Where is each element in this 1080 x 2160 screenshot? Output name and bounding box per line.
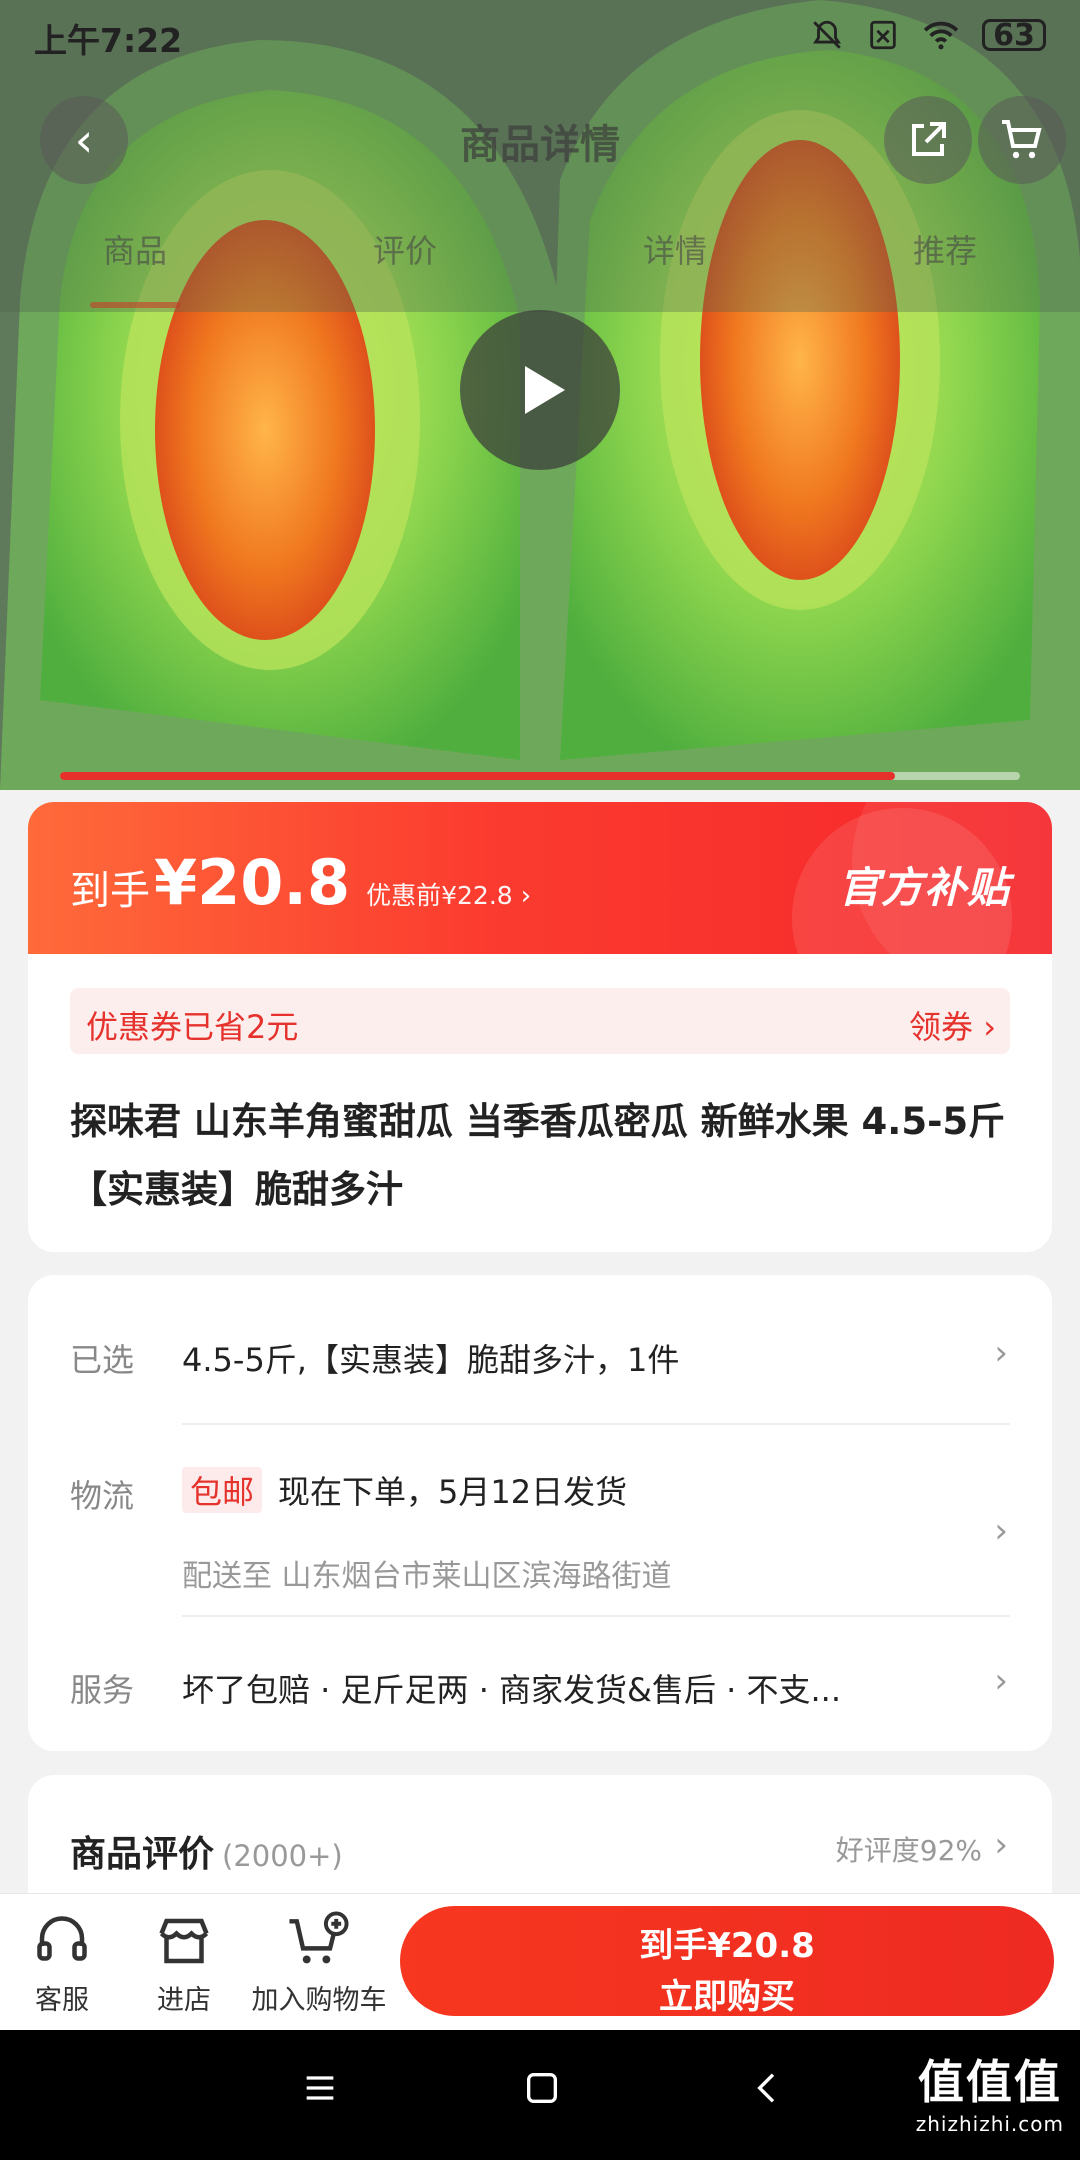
play-button[interactable] [460,310,620,470]
options-card: 已选 4.5-5斤,【实惠装】脆甜多汁，1件 › 物流 包邮 现在下单，5月12日… [28,1275,1052,1751]
positive-rate: 好评度92% [835,1834,982,1867]
chevron-right-icon: › [520,881,532,911]
no-sim-icon [866,18,900,52]
watermark-sub: zhizhizhi.com [915,2112,1064,2136]
price-row: 到手 ¥20.8 优惠前¥22.8 › [70,846,531,919]
store-icon [146,1908,222,1974]
shipping-date: 现在下单，5月12日发货 [278,1473,628,1511]
mute-icon [810,18,844,52]
tab-product[interactable]: 商品 [0,210,270,308]
status-bar: 上午7:22 63 [0,0,1080,76]
selected-label: 已选 [70,1341,135,1379]
section-tabs: 商品 评价 详情 推荐 [0,210,1080,308]
headset-icon [24,1908,100,1974]
chevron-right-icon: › [994,1661,1008,1701]
coupon-saved-text: 优惠券已省2元 [86,1008,299,1046]
watermark-logo: 值值值 zhizhizhi.com [916,2046,1064,2136]
price-value: ¥20.8 [154,846,351,919]
buy-now-button[interactable]: 到手¥20.8 立即购买 [400,1906,1054,2017]
price-prefix: 到手 [70,868,150,914]
store-button[interactable]: 进店 [146,1908,222,2017]
customer-service-label: 客服 [35,1985,89,2016]
cart-button[interactable] [978,96,1066,184]
official-subsidy-badge: 官方补贴 [837,863,1010,912]
price-card: 到手 ¥20.8 优惠前¥22.8 › 官方补贴 优惠券已省2元 领券 › 探味… [28,802,1052,1252]
divider [182,1423,1010,1425]
price-before-discount[interactable]: 优惠前¥22.8 [366,876,513,912]
cart-icon [1002,120,1042,159]
watermark-main: 值值值 [917,2055,1062,2109]
play-icon [525,366,565,414]
product-title: 探味君 山东羊角蜜甜瓜 当季香瓜密瓜 新鲜水果 4.5-5斤【实惠装】脆甜多汁 [70,1100,1006,1211]
store-label: 进店 [157,1985,211,2016]
buy-price: 到手¥20.8 [639,1926,815,1966]
free-shipping-tag: 包邮 [182,1467,263,1513]
bottom-action-bar: 客服 进店 加入购物车 到手¥20.8 立即购买 [0,1893,1080,2030]
back-nav-icon[interactable] [748,2068,788,2119]
reviews-title: 商品评价 (2000+) [70,1825,343,1877]
add-to-cart-label: 加入购物车 [251,1985,387,2016]
get-coupon-button[interactable]: 领券 › [909,1002,996,1048]
nav-bar: ‹ 商品详情 [0,90,1080,190]
share-button[interactable] [884,96,972,184]
tab-recommend[interactable]: 推荐 [810,210,1080,306]
customer-service-button[interactable]: 客服 [24,1908,100,2017]
product-detail-page: 上午7:22 63 ‹ 商品详情 商品 评价 详情 推荐 到手 ¥20.8 优惠… [0,0,1080,2160]
wifi-icon [922,18,960,52]
shipping-label: 物流 [70,1477,135,1515]
delivery-address: 配送至 山东烟台市莱山区滨海路街道 [182,1559,672,1594]
add-to-cart-button[interactable]: 加入购物车 [246,1908,392,2017]
selected-value: 4.5-5斤,【实惠装】脆甜多汁，1件 [182,1341,680,1379]
chevron-right-icon: › [994,1333,1008,1373]
service-value: 坏了包赔 · 足斤足两 · 商家发货&售后 · 不支... [182,1671,842,1709]
price-banner[interactable]: 到手 ¥20.8 优惠前¥22.8 › 官方补贴 [28,802,1052,954]
chevron-right-icon: › [994,1825,1008,1865]
system-nav-bar: 值值值 zhizhizhi.com [0,2030,1080,2160]
battery-indicator: 63 [982,18,1046,53]
chevron-right-icon: › [994,1511,1008,1551]
status-time: 上午7:22 [34,21,183,60]
reviews-count: (2000+) [222,1839,343,1873]
buy-label: 立即购买 [659,1977,795,2017]
video-progress-fill [60,772,896,780]
add-cart-icon [246,1908,392,1974]
tab-details[interactable]: 详情 [540,210,810,306]
divider [182,1615,1010,1617]
shipping-info: 包邮 现在下单，5月12日发货 [182,1467,627,1513]
status-icons: 63 [810,18,1046,53]
tab-reviews[interactable]: 评价 [270,210,540,306]
coupon-bar[interactable]: 优惠券已省2元 领券 › [70,988,1010,1054]
menu-icon[interactable] [300,2068,340,2119]
share-icon [912,122,946,156]
home-icon[interactable] [522,2068,562,2119]
reviews-heading: 商品评价 [70,1834,215,1875]
video-progress-bar [60,772,1020,780]
service-label: 服务 [70,1671,135,1709]
